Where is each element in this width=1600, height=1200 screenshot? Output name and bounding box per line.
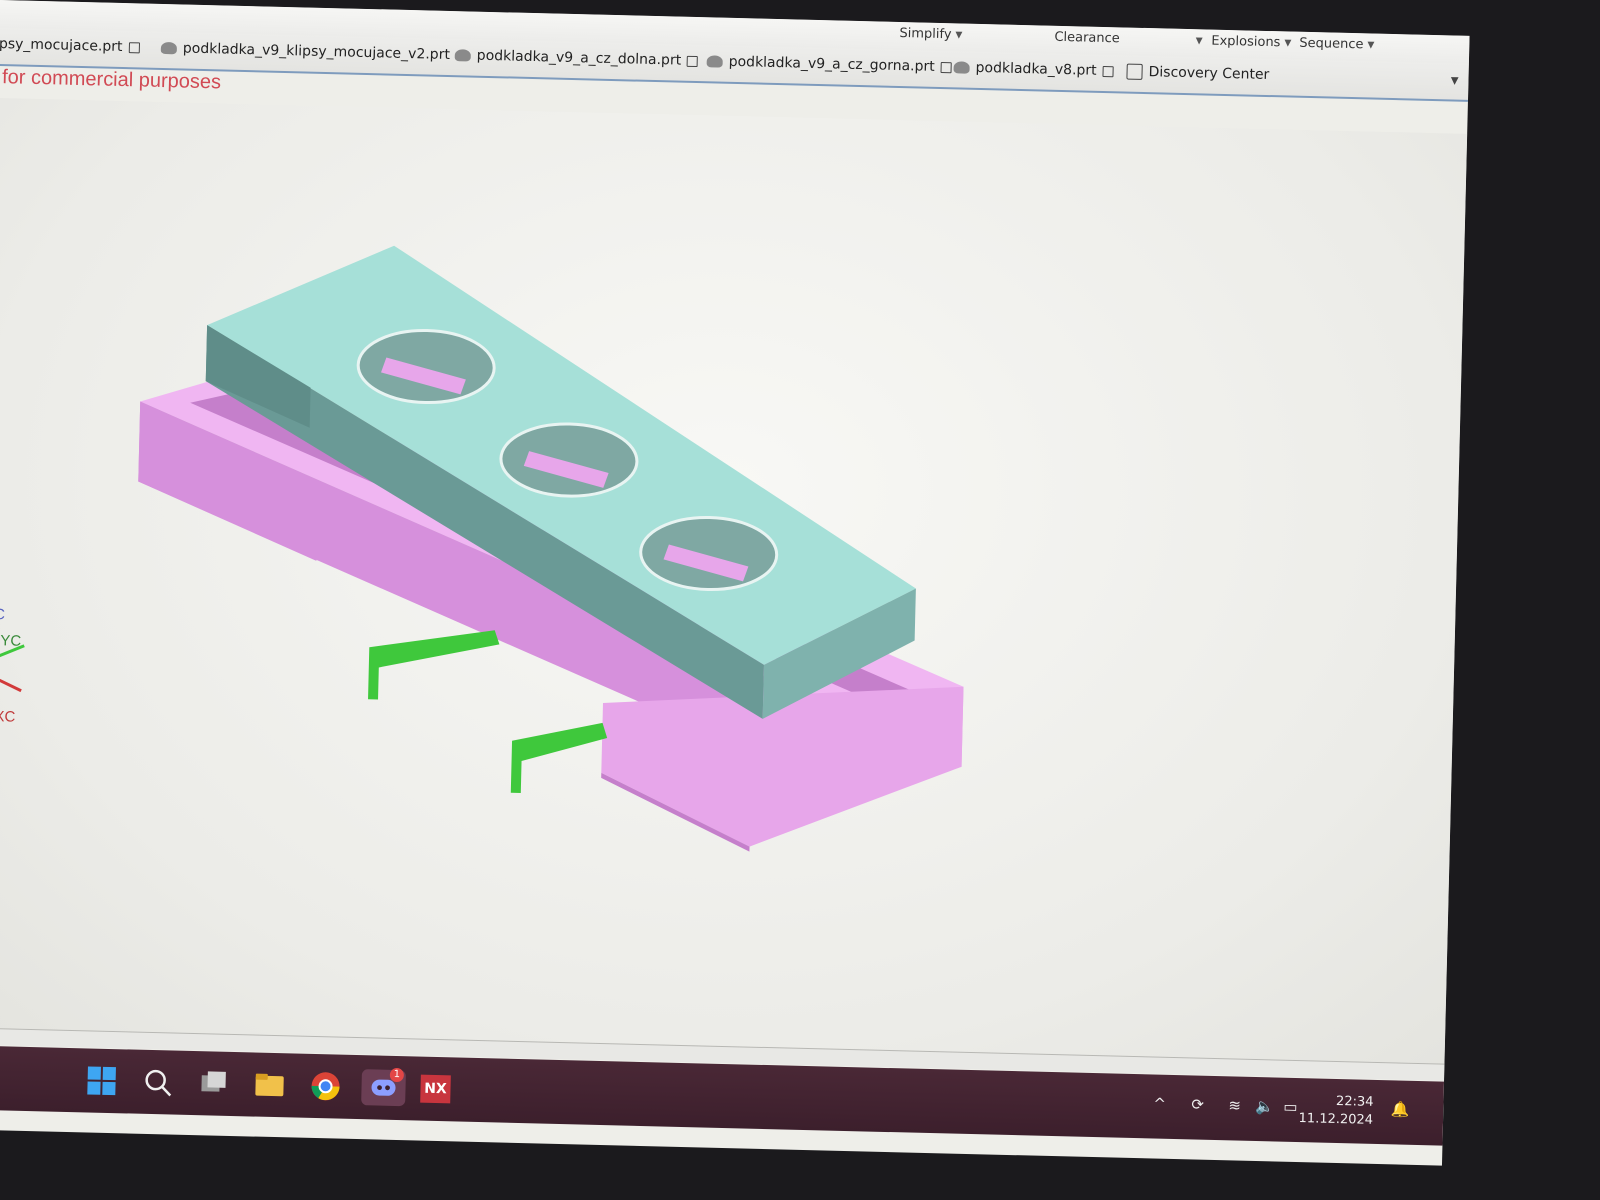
tab-cz-gorna[interactable]: podkladka_v9_a_cz_gorna.prt: [706, 53, 952, 75]
tab-klipsy-mocujace-v2[interactable]: podkladka_v9_klipsy_mocujace_v2.prt: [160, 40, 451, 64]
system-clock[interactable]: 22:34 11.12.2024: [1298, 1092, 1373, 1130]
chevron-down-icon: ▼: [955, 29, 963, 41]
explosions-label: Explosions: [1211, 33, 1281, 51]
volume-icon[interactable]: 🔈: [1255, 1097, 1274, 1115]
chrome-button[interactable]: [307, 1068, 344, 1105]
tab-psy-mocujace[interactable]: psy_mocujace.prt: [0, 36, 140, 55]
part-icon: [953, 61, 970, 74]
task-view-button[interactable]: [195, 1065, 232, 1102]
task-view-icon: [201, 1071, 226, 1092]
tab-label: podkladka_v9_klipsy_mocujace_v2.prt: [182, 40, 451, 64]
discovery-center-icon: [1126, 63, 1143, 80]
file-explorer-button[interactable]: [251, 1066, 288, 1103]
tab-label: Discovery Center: [1148, 64, 1270, 84]
tab-label: podkladka_v8.prt: [975, 59, 1097, 79]
tab-podkladka-v8[interactable]: podkladka_v8.prt: [953, 59, 1114, 79]
xc-label: XC: [0, 708, 16, 726]
folder-icon: [255, 1073, 284, 1097]
battery-icon[interactable]: ▭: [1283, 1098, 1298, 1116]
license-watermark: for commercial purposes: [1, 66, 222, 94]
discord-button[interactable]: 1: [361, 1067, 406, 1107]
chevron-up-icon[interactable]: ^: [1153, 1095, 1166, 1113]
nx-button[interactable]: NX: [417, 1071, 454, 1108]
part-icon: [160, 41, 178, 55]
clock-date: 11.12.2024: [1298, 1111, 1374, 1128]
popout-icon[interactable]: [687, 55, 699, 67]
notification-badge: 1: [389, 1067, 405, 1083]
popout-icon[interactable]: [940, 61, 952, 73]
windows-logo-icon: [87, 1066, 116, 1096]
tab-cz-dolna[interactable]: podkladka_v9_a_cz_dolna.prt: [454, 47, 699, 69]
wcs-triad: ZC YC XC: [0, 600, 45, 731]
wifi-icon[interactable]: ≋: [1228, 1096, 1241, 1114]
tab-label: psy_mocujace.prt: [0, 35, 123, 56]
zc-label: ZC: [0, 605, 6, 624]
graphics-viewport[interactable]: [0, 97, 1468, 1064]
monitor-screen: Simplify ▼ Clearance ▼ Explosions ▼ Sequ…: [0, 0, 1470, 1166]
notification-bell-icon[interactable]: 🔔: [1390, 1100, 1409, 1118]
simplify-label: Simplify: [899, 25, 952, 43]
part-icon: [706, 55, 723, 68]
chrome-icon: [311, 1072, 340, 1101]
search-button[interactable]: [139, 1064, 176, 1101]
sync-icon[interactable]: ⟳: [1191, 1095, 1204, 1113]
explosions-button[interactable]: Explosions ▼: [1211, 34, 1291, 51]
tab-discovery-center[interactable]: Discovery Center: [1126, 63, 1270, 84]
popout-icon[interactable]: [1102, 65, 1114, 77]
popout-icon[interactable]: [128, 41, 140, 53]
clock-time: 22:34: [1335, 1093, 1374, 1110]
search-icon: [145, 1069, 172, 1097]
nx-icon: NX: [420, 1074, 451, 1104]
tab-label: podkladka_v9_a_cz_dolna.prt: [476, 47, 682, 69]
assembly-model: [138, 245, 964, 852]
part-icon: [454, 49, 471, 62]
sequence-button[interactable]: Sequence ▼: [1299, 36, 1374, 53]
chevron-down-icon: ▼: [1195, 35, 1203, 46]
chevron-down-icon: ▼: [1284, 37, 1292, 49]
sequence-label: Sequence: [1299, 35, 1364, 53]
start-button[interactable]: [83, 1062, 120, 1099]
chevron-down-icon[interactable]: ▼: [1451, 75, 1459, 86]
clearance-label: Clearance: [1054, 29, 1120, 47]
tab-label: podkladka_v9_a_cz_gorna.prt: [728, 53, 935, 75]
chevron-down-icon: ▼: [1367, 39, 1375, 51]
yc-label: YC: [0, 632, 22, 650]
simplify-button[interactable]: Simplify ▼: [899, 26, 962, 43]
clearance-button[interactable]: Clearance ▼: [1054, 30, 1203, 49]
